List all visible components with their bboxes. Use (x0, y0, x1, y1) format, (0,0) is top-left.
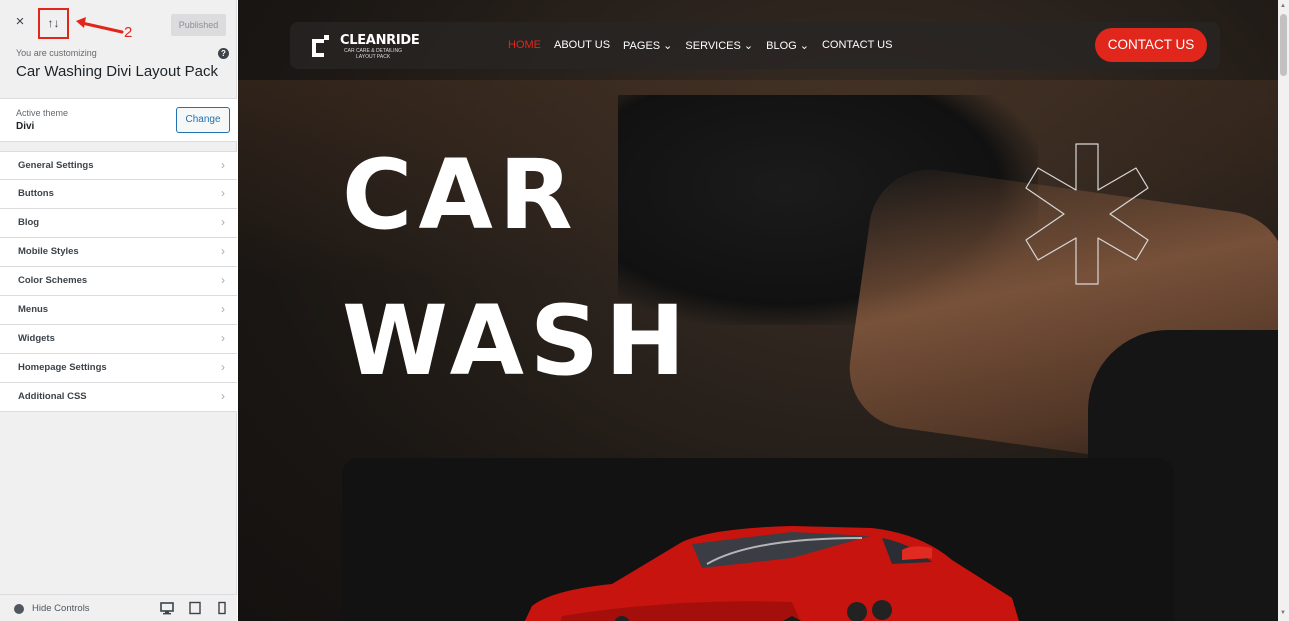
hero-title-line-2: WASH (342, 285, 692, 397)
nav-about-us[interactable]: ABOUT US (554, 39, 610, 53)
menu-item-blog[interactable]: Blog › (0, 209, 237, 238)
nav-links: HOME ABOUT US PAGES ⌄ SERVICES ⌄ BLOG ⌄ … (508, 39, 892, 53)
chevron-right-icon: › (221, 215, 225, 229)
customizing-label: You are customizing (16, 48, 97, 58)
red-car-image (524, 526, 1019, 621)
tablet-icon[interactable] (188, 601, 202, 615)
logo-mark-icon (312, 35, 329, 57)
annotation-number: 2 (124, 24, 133, 41)
menu-item-label: Blog (18, 217, 40, 228)
mobile-icon[interactable] (215, 601, 229, 615)
menu-item-label: Color Schemes (18, 275, 88, 286)
active-theme-panel: Active theme Divi Change (0, 98, 237, 142)
chevron-right-icon: › (221, 244, 225, 258)
annotation-arrow-icon (76, 17, 124, 34)
scrollbar-thumb[interactable] (1280, 14, 1287, 76)
site-title: Car Washing Divi Layout Pack (16, 63, 219, 80)
menu-item-label: Additional CSS (18, 391, 87, 402)
publish-button[interactable]: Published (171, 14, 226, 36)
menu-item-widgets[interactable]: Widgets › (0, 325, 237, 354)
nav-home[interactable]: HOME (508, 39, 541, 53)
help-icon[interactable]: ? (218, 48, 229, 59)
hide-controls-icon[interactable] (14, 604, 24, 614)
menu-item-label: Mobile Styles (18, 246, 79, 257)
hero-title-line-1: CAR (342, 139, 579, 251)
nav-contact-us[interactable]: CONTACT US (822, 39, 893, 53)
contact-us-button[interactable]: CONTACT US (1095, 28, 1207, 62)
chevron-right-icon: › (221, 302, 225, 316)
menu-item-menus[interactable]: Menus › (0, 296, 237, 325)
menu-item-label: Menus (18, 304, 49, 315)
chevron-right-icon: › (221, 158, 225, 172)
menu-item-mobile-styles[interactable]: Mobile Styles › (0, 238, 237, 267)
logo-tagline: LAYOUT PACK (356, 54, 391, 60)
menu-item-label: Widgets (18, 333, 55, 344)
chevron-right-icon: › (221, 360, 225, 374)
active-theme-name: Divi (16, 121, 35, 132)
preview-scrollbar[interactable]: ▲ ▼ (1278, 0, 1289, 621)
chevron-right-icon: › (221, 186, 225, 200)
menu-item-general-settings[interactable]: General Settings › (0, 151, 237, 180)
site-navbar: CLEANRIDE CAR CARE & DETAILING LAYOUT PA… (290, 22, 1220, 69)
customizer-sidebar: × ↑↓ 2 Published You are customizing ? C… (0, 0, 237, 621)
menu-item-buttons[interactable]: Buttons › (0, 180, 237, 209)
nav-services[interactable]: SERVICES ⌄ (685, 39, 753, 53)
hero-car-card (342, 458, 1174, 621)
scroll-up-arrow-icon[interactable]: ▲ (1280, 3, 1286, 9)
hide-controls-button[interactable]: Hide Controls (32, 603, 90, 614)
menu-item-homepage-settings[interactable]: Homepage Settings › (0, 354, 237, 383)
menu-item-label: General Settings (18, 160, 94, 171)
menu-item-additional-css[interactable]: Additional CSS › (0, 383, 237, 412)
logo-name: CLEANRIDE (340, 33, 420, 48)
nav-pages[interactable]: PAGES ⌄ (623, 39, 672, 53)
asterisk-outline-icon (1025, 143, 1149, 285)
close-customizer-button[interactable]: × (10, 12, 30, 32)
customizer-footer: Hide Controls (0, 594, 237, 621)
chevron-right-icon: › (221, 331, 225, 345)
sort-arrows-icon[interactable]: ↑↓ (38, 8, 69, 39)
active-theme-label: Active theme (16, 108, 69, 118)
change-theme-button[interactable]: Change (176, 107, 230, 133)
menu-item-label: Homepage Settings (18, 362, 107, 373)
menu-item-label: Buttons (18, 188, 54, 199)
chevron-right-icon: › (221, 273, 225, 287)
site-logo[interactable]: CLEANRIDE CAR CARE & DETAILING LAYOUT PA… (310, 33, 440, 61)
chevron-right-icon: › (221, 389, 225, 403)
desktop-icon[interactable] (160, 601, 174, 615)
scroll-down-arrow-icon[interactable]: ▼ (1280, 610, 1286, 616)
menu-item-color-schemes[interactable]: Color Schemes › (0, 267, 237, 296)
site-preview: CLEANRIDE CAR CARE & DETAILING LAYOUT PA… (238, 0, 1278, 621)
customizer-header: × ↑↓ 2 Published (0, 0, 237, 41)
customizer-menu: General Settings › Buttons › Blog › Mobi… (0, 151, 237, 412)
nav-blog[interactable]: BLOG ⌄ (766, 39, 809, 53)
